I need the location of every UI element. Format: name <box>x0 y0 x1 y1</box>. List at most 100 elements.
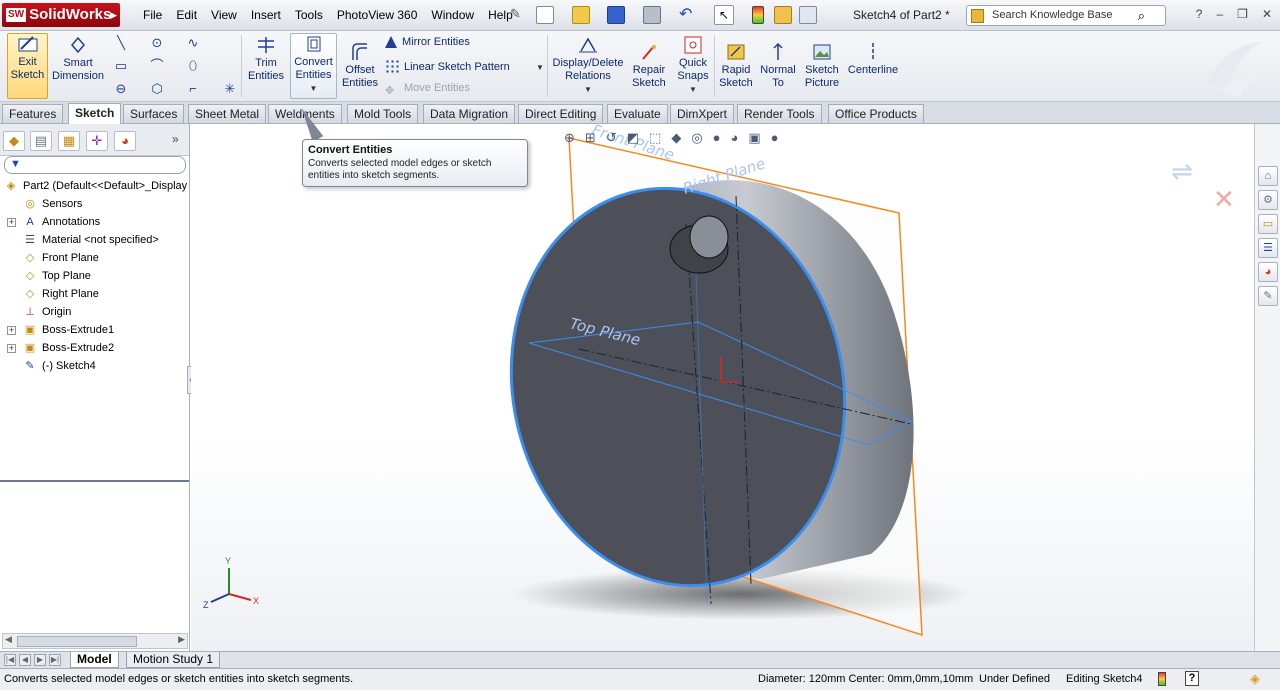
menu-file[interactable]: File <box>136 8 169 24</box>
scrollbar-thumb[interactable] <box>17 636 137 647</box>
help-icon[interactable]: ? <box>1196 7 1203 21</box>
menu-photoview[interactable]: PhotoView 360 <box>330 8 425 24</box>
hide-show-items-icon[interactable]: ◎ <box>691 130 702 146</box>
section-view-icon[interactable]: ◩ <box>627 130 639 146</box>
edit-appearance-icon[interactable]: ● <box>713 130 721 146</box>
tab-sketch[interactable]: Sketch <box>68 103 122 124</box>
circle-icon[interactable]: ⊙ <box>149 35 165 51</box>
search-box[interactable]: Search Knowledge Base ⌕ <box>966 5 1166 26</box>
file-properties-icon[interactable] <box>774 6 792 24</box>
zoom-area-icon[interactable]: ⊞ <box>585 130 596 146</box>
rapid-sketch-button[interactable]: Rapid Sketch <box>717 42 755 97</box>
view-orientation-icon[interactable]: ⬚ <box>649 130 661 146</box>
tab-mold-tools[interactable]: Mold Tools <box>347 104 419 123</box>
rectangle-icon[interactable]: ▭ <box>113 58 129 74</box>
centerline-button[interactable]: Centerline <box>847 42 899 97</box>
pin-icon[interactable]: ✎ <box>510 6 528 24</box>
apply-scene-icon[interactable]: ◕ <box>731 130 739 146</box>
convert-entities-button[interactable]: Convert Entities ▼ <box>290 33 337 99</box>
tab-office-products[interactable]: Office Products <box>828 104 924 123</box>
configuration-manager-icon[interactable]: ▦ <box>58 131 80 151</box>
zoom-to-fit-icon[interactable]: ⊕ <box>564 130 575 146</box>
tab-motion-study[interactable]: Motion Study 1 <box>126 652 221 668</box>
display-style-icon[interactable]: ◆ <box>671 130 681 146</box>
last-tab-icon[interactable]: ▶| <box>49 654 61 666</box>
ellipse-icon[interactable]: ⬯ <box>185 58 201 74</box>
custom-properties-icon[interactable]: ✎ <box>1258 286 1278 306</box>
home-icon[interactable]: ⌂ <box>1258 166 1278 186</box>
expand-icon[interactable]: + <box>7 326 16 335</box>
polygon-icon[interactable]: ⬡ <box>149 81 165 97</box>
expand-icon[interactable]: + <box>7 344 16 353</box>
move-entities-button[interactable]: ✥ Move Entities <box>385 82 470 98</box>
trim-entities-button[interactable]: Trim Entities <box>246 35 286 97</box>
smart-dimension-button[interactable]: Smart Dimension <box>52 35 104 97</box>
expand-icon[interactable]: + <box>7 218 16 227</box>
tab-direct-editing[interactable]: Direct Editing <box>518 104 604 123</box>
confirmation-accept-icon[interactable]: ⇌ <box>1171 156 1193 187</box>
tab-dimxpert[interactable]: DimXpert <box>670 104 735 123</box>
previous-tab-icon[interactable]: ◀ <box>19 654 31 666</box>
print-icon[interactable] <box>643 6 661 24</box>
tree-node[interactable]: ⊥ Origin <box>0 303 189 321</box>
feature-tree-icon[interactable]: ◆ <box>3 131 25 151</box>
confirmation-cancel-icon[interactable]: ✕ <box>1213 184 1235 215</box>
tree-node[interactable]: ◇ Right Plane <box>0 285 189 303</box>
tab-data-migration[interactable]: Data Migration <box>423 104 516 123</box>
display-manager-icon[interactable]: ◕ <box>114 131 136 151</box>
scroll-right-icon[interactable]: ▶ <box>178 634 185 645</box>
tree-node[interactable]: ☰ Material <not specified> <box>0 231 189 249</box>
options-icon[interactable] <box>799 6 817 24</box>
tree-node[interactable]: ◈ Part2 (Default<<Default>_Display State … <box>0 177 189 195</box>
appearances-icon[interactable]: ◕ <box>1258 262 1278 282</box>
first-tab-icon[interactable]: |◀ <box>4 654 16 666</box>
tree-filter[interactable]: ▼ <box>4 156 186 174</box>
mirror-entities-button[interactable]: Mirror Entities <box>385 36 470 48</box>
tree-node[interactable]: + ▣ Boss-Extrude1 <box>0 321 189 339</box>
design-library-icon[interactable]: ▭ <box>1258 214 1278 234</box>
search-icon[interactable]: ⌕ <box>1138 8 1145 24</box>
viewport-minimize-button[interactable]: – <box>1209 124 1215 127</box>
quick-snaps-button[interactable]: Quick Snaps ▼ <box>674 35 712 97</box>
tab-evaluate[interactable]: Evaluate <box>607 104 668 123</box>
tree-node[interactable]: + ▣ Boss-Extrude2 <box>0 339 189 357</box>
tree-node[interactable]: ◇ Top Plane <box>0 267 189 285</box>
tab-render-tools[interactable]: Render Tools <box>737 104 822 123</box>
tab-model[interactable]: Model <box>70 652 119 668</box>
menu-tools[interactable]: Tools <box>288 8 330 24</box>
normal-to-button[interactable]: Normal To <box>759 42 797 97</box>
rollback-bar[interactable] <box>0 480 189 482</box>
tree-node[interactable]: ✎ (-) Sketch4 <box>0 357 189 375</box>
linear-sketch-pattern-button[interactable]: Linear Sketch Pattern <box>385 59 510 73</box>
select-pointer-icon[interactable]: ↖ <box>714 5 734 25</box>
slot-icon[interactable]: ⊖ <box>113 81 129 97</box>
previous-view-icon[interactable]: ↺ <box>606 130 617 146</box>
tag-icon[interactable]: ◈ <box>1250 671 1260 687</box>
chevron-down-icon[interactable]: ▼ <box>536 61 544 73</box>
tree-node[interactable]: ◎ Sensors <box>0 195 189 213</box>
tab-surfaces[interactable]: Surfaces <box>123 104 185 123</box>
help-status-icon[interactable]: ? <box>1185 671 1199 686</box>
spline-icon[interactable]: ∿ <box>185 35 201 51</box>
file-explorer-icon[interactable]: ☰ <box>1258 238 1278 258</box>
model-view[interactable]: Front Plane Right Plane Top Plane Y X Z <box>191 124 1254 651</box>
line-icon[interactable]: ╲ <box>113 35 129 51</box>
fillet-icon[interactable]: ⌐ <box>185 81 201 97</box>
exit-sketch-button[interactable]: Exit Sketch <box>7 33 48 99</box>
next-tab-icon[interactable]: ▶ <box>34 654 46 666</box>
graphics-area[interactable]: Front Plane Right Plane Top Plane Y X Z … <box>191 124 1254 651</box>
menu-insert[interactable]: Insert <box>244 8 288 24</box>
open-folder-icon[interactable] <box>572 6 590 24</box>
arc-icon[interactable]: ⌒ <box>149 58 165 74</box>
rebuild-icon[interactable] <box>752 6 764 24</box>
tab-features[interactable]: Features <box>2 104 64 123</box>
rebuild-status-icon[interactable] <box>1158 672 1166 686</box>
sketch-picture-button[interactable]: Sketch Picture <box>801 42 843 97</box>
view-setting-ball-icon[interactable]: ● <box>771 130 779 146</box>
save-icon[interactable] <box>607 6 625 24</box>
point-icon[interactable]: ✳ <box>222 81 238 97</box>
new-document-icon[interactable] <box>536 6 554 24</box>
close-button[interactable]: ✕ <box>1262 7 1272 21</box>
scroll-left-icon[interactable]: ◀ <box>5 634 12 645</box>
tree-node[interactable]: + A Annotations <box>0 213 189 231</box>
